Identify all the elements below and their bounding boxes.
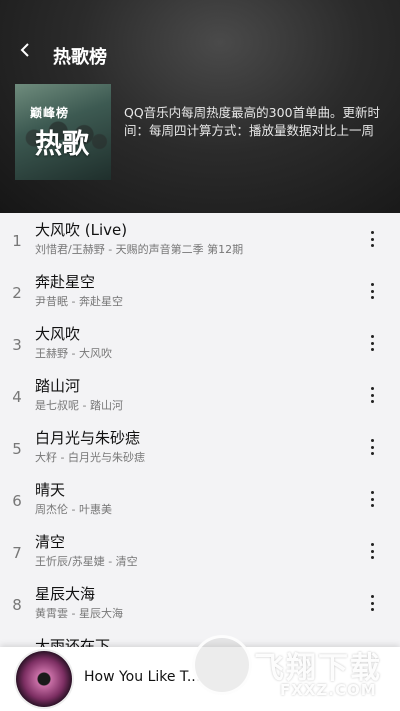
now-playing-title: How You Like T... xyxy=(84,669,201,685)
song-row[interactable]: 4 踏山河 是七叔呢 - 踏山河 xyxy=(0,369,400,421)
song-rank: 5 xyxy=(12,440,22,458)
more-options-icon[interactable] xyxy=(366,387,378,403)
cover-logo-text: 巅峰榜 xyxy=(30,106,70,120)
song-meta: 尹昔眠 - 奔赴星空 xyxy=(35,295,123,308)
mini-player[interactable]: How You Like T... xyxy=(0,647,400,711)
song-row[interactable]: 2 奔赴星空 尹昔眠 - 奔赴星空 xyxy=(0,265,400,317)
song-rank: 6 xyxy=(12,492,22,510)
back-button[interactable] xyxy=(14,38,36,62)
song-row[interactable]: 8 星辰大海 黄霄雲 - 星辰大海 xyxy=(0,577,400,629)
more-options-icon[interactable] xyxy=(366,439,378,455)
song-title: 奔赴星空 xyxy=(35,273,96,291)
more-options-icon[interactable] xyxy=(366,335,378,351)
song-title: 白月光与朱砂痣 xyxy=(35,429,141,447)
song-rank: 7 xyxy=(12,544,22,562)
more-options-icon[interactable] xyxy=(366,595,378,611)
song-meta: 大籽 - 白月光与朱砂痣 xyxy=(35,451,145,464)
more-options-icon[interactable] xyxy=(366,491,378,507)
song-row[interactable]: 1 大风吹 (Live) 刘惜君/王赫野 - 天赐的声音第二季 第12期 xyxy=(0,213,400,265)
cover-title-text: 热歌 xyxy=(35,129,89,160)
song-title: 星辰大海 xyxy=(35,585,96,603)
more-options-icon[interactable] xyxy=(366,231,378,247)
song-title: 大风吹 xyxy=(35,325,81,343)
song-title: 踏山河 xyxy=(35,377,81,395)
song-rank: 2 xyxy=(12,284,22,302)
song-row[interactable]: 5 白月光与朱砂痣 大籽 - 白月光与朱砂痣 xyxy=(0,421,400,473)
more-options-icon[interactable] xyxy=(366,283,378,299)
page-title: 热歌榜 xyxy=(53,47,107,68)
song-rank: 3 xyxy=(12,336,22,354)
song-title: 晴天 xyxy=(35,481,66,499)
song-meta: 周杰伦 - 叶惠美 xyxy=(35,503,112,516)
chevron-left-icon xyxy=(20,43,29,57)
song-rank: 4 xyxy=(12,388,22,406)
song-row[interactable]: 7 清空 王忻辰/苏星婕 - 清空 xyxy=(0,525,400,577)
more-options-icon[interactable] xyxy=(366,543,378,559)
chart-header: 热歌榜 巅峰榜 热歌 QQ音乐内每周热度最高的300首单曲。更新时间：每周四计算… xyxy=(0,0,400,213)
song-title: 大风吹 (Live) xyxy=(35,221,128,239)
song-meta: 是七叔呢 - 踏山河 xyxy=(35,399,123,412)
song-meta: 王忻辰/苏星婕 - 清空 xyxy=(35,555,138,568)
song-meta: 王赫野 - 大风吹 xyxy=(35,347,112,360)
song-meta: 刘惜君/王赫野 - 天赐的声音第二季 第12期 xyxy=(35,243,244,256)
song-rank: 1 xyxy=(12,232,22,250)
song-title: 清空 xyxy=(35,533,66,551)
chart-description: QQ音乐内每周热度最高的300首单曲。更新时间：每周四计算方式：播放量数据对比上… xyxy=(124,105,381,138)
song-rank: 8 xyxy=(12,596,22,614)
song-meta: 黄霄雲 - 星辰大海 xyxy=(35,607,123,620)
song-list: 1 大风吹 (Live) 刘惜君/王赫野 - 天赐的声音第二季 第12期 2 奔… xyxy=(0,213,400,681)
song-row[interactable]: 3 大风吹 王赫野 - 大风吹 xyxy=(0,317,400,369)
song-row[interactable]: 6 晴天 周杰伦 - 叶惠美 xyxy=(0,473,400,525)
chart-cover-image: 巅峰榜 热歌 xyxy=(15,84,111,180)
album-disc-icon[interactable] xyxy=(16,651,72,707)
